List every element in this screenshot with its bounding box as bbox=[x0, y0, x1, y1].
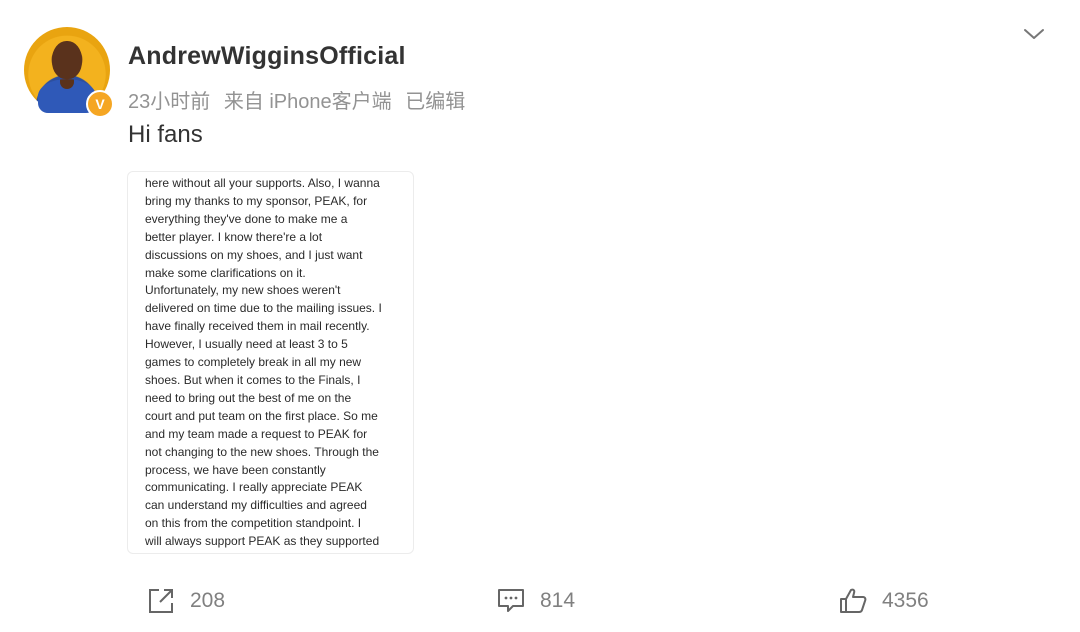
post-image-line: better player. I know there're a lot bbox=[145, 229, 323, 244]
post-image-line: on this from the competition standpoint.… bbox=[145, 516, 362, 531]
action-bar: 208 814 4356 bbox=[0, 580, 1080, 624]
like-count: 4356 bbox=[882, 589, 929, 612]
share-icon bbox=[149, 589, 173, 613]
edited-label[interactable]: 已编辑 bbox=[405, 91, 465, 113]
post-image-line: not changing to the new shoes. Through t… bbox=[145, 444, 379, 459]
post-image-line: However, I usually need at least 3 to 5 bbox=[145, 337, 348, 352]
post-text: Hi fans bbox=[128, 121, 203, 148]
post-time[interactable]: 23小时前 bbox=[128, 91, 210, 113]
post-image-line: have finally received them in mail recen… bbox=[145, 319, 370, 334]
post-image-line: bring my thanks to my sponsor, PEAK, for bbox=[145, 193, 368, 208]
post-image[interactable]: here without all your supports. Also, I … bbox=[127, 171, 414, 554]
username[interactable]: AndrewWigginsOfficial bbox=[128, 42, 406, 71]
post-image-text: here without all your supports. Also, I … bbox=[145, 175, 410, 551]
post-image-line: process, we have been constantly bbox=[145, 462, 326, 477]
post-image-line: communicating. I really appreciate PEAK bbox=[145, 480, 363, 495]
post-image-line: delivered on time due to the mailing iss… bbox=[145, 301, 382, 316]
post-image-line: games to completely break in all my new bbox=[145, 355, 362, 370]
weibo-post: V AndrewWigginsOfficial 23小时前 来自 iPhone客… bbox=[0, 0, 1080, 632]
comment-button[interactable]: 814 bbox=[496, 580, 575, 622]
avatar-face bbox=[52, 41, 82, 79]
post-image-line: will always support PEAK as they support… bbox=[145, 534, 380, 549]
like-button[interactable]: 4356 bbox=[838, 580, 929, 622]
post-image-line: shoes. But when it comes to the Finals, … bbox=[145, 372, 361, 387]
chevron-down-icon[interactable] bbox=[1022, 24, 1046, 44]
post-image-line: make some clarifications on it. bbox=[145, 265, 306, 280]
verified-badge-icon: V bbox=[86, 90, 114, 118]
post-image-line: Unfortunately, my new shoes weren't bbox=[145, 283, 341, 298]
post-image-line: everything they've done to make me a bbox=[145, 211, 348, 226]
post-image-line: need to bring out the best of me on the bbox=[145, 390, 352, 405]
comment-count: 814 bbox=[540, 589, 576, 612]
repost-count: 208 bbox=[190, 589, 226, 612]
post-image-line: court and put team on the first place. S… bbox=[145, 408, 378, 423]
post-image-line: and my team made a request to PEAK for bbox=[145, 426, 368, 441]
post-image-line: here without all your supports. Also, I … bbox=[145, 176, 380, 190]
comment-icon bbox=[498, 589, 524, 612]
thumbs-up-icon bbox=[840, 588, 867, 613]
post-source: 来自 iPhone客户端 bbox=[223, 91, 392, 113]
repost-button[interactable]: 208 bbox=[146, 580, 225, 622]
post-meta: 23小时前 来自 iPhone客户端 已编辑 bbox=[128, 85, 465, 114]
post-image-line: discussions on my shoes, and I just want bbox=[145, 247, 363, 262]
post-image-line: can understand my difficulties and agree… bbox=[145, 498, 367, 513]
